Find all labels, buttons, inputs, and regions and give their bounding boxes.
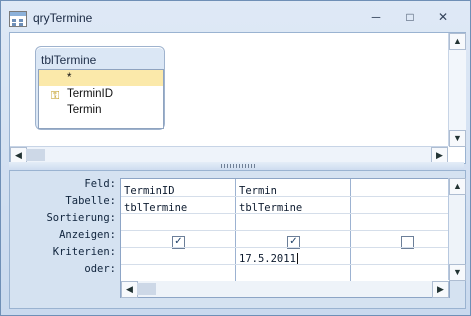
scroll-down-button[interactable]: ▼ (449, 264, 466, 281)
query-window: qryTermine ─ □ ✕ tblTermine * ⚿ TerminID… (0, 0, 471, 316)
grid-vertical-scrollbar[interactable]: ▲ ▼ (448, 178, 466, 281)
row-label-oder: oder: (84, 263, 116, 275)
scroll-right-button[interactable]: ▶ (432, 281, 449, 298)
minimize-button[interactable]: ─ (365, 8, 387, 26)
field-star[interactable]: * (39, 70, 163, 86)
title-bar: qryTermine ─ □ ✕ (1, 1, 470, 33)
diagram-vertical-scrollbar[interactable]: ▲ ▼ (448, 33, 466, 147)
diagram-horizontal-scrollbar[interactable]: ◀ ▶ (10, 146, 448, 164)
restore-button[interactable]: □ (399, 8, 421, 26)
scroll-thumb[interactable] (137, 283, 156, 295)
scroll-up-button[interactable]: ▲ (449, 33, 466, 50)
scroll-down-button[interactable]: ▼ (449, 130, 466, 147)
table-field-list-tbltermine[interactable]: tblTermine * ⚿ TerminID Termin (35, 46, 165, 130)
scroll-left-button[interactable]: ◀ (121, 281, 138, 298)
row-label-tabelle: Tabelle: (65, 195, 116, 207)
table-name: tblTermine (41, 53, 97, 67)
row-label-feld: Feld: (84, 178, 116, 190)
pane-splitter[interactable] (9, 162, 464, 170)
table-diagram-pane[interactable]: tblTermine * ⚿ TerminID Termin ▲ ▼ ◀ ▶ (9, 32, 466, 164)
row-label-sortierung: Sortierung: (46, 212, 116, 224)
scroll-up-button[interactable]: ▲ (449, 178, 466, 195)
scroll-thumb[interactable] (26, 149, 45, 161)
row-label-anzeigen: Anzeigen: (59, 229, 116, 241)
field-list[interactable]: * ⚿ TerminID Termin (38, 69, 164, 129)
splitter-grip-icon (221, 164, 255, 168)
query-design-grid-pane: Feld: Tabelle: Sortierung: Anzeigen: Kri… (9, 170, 466, 309)
query-icon (9, 11, 27, 27)
close-button[interactable]: ✕ (432, 8, 454, 26)
row-label-kriterien: Kriterien: (52, 246, 116, 258)
row-labels: Feld: Tabelle: Sortierung: Anzeigen: Kri… (10, 178, 120, 280)
field-termin[interactable]: Termin (39, 102, 163, 118)
grid-horizontal-scrollbar[interactable]: ◀ ▶ (120, 281, 450, 298)
field-terminid[interactable]: ⚿ TerminID (39, 86, 163, 102)
design-grid[interactable]: TerminID tblTermine ✓ Termin tblTermine … (120, 178, 450, 282)
window-title: qryTermine (33, 11, 93, 25)
